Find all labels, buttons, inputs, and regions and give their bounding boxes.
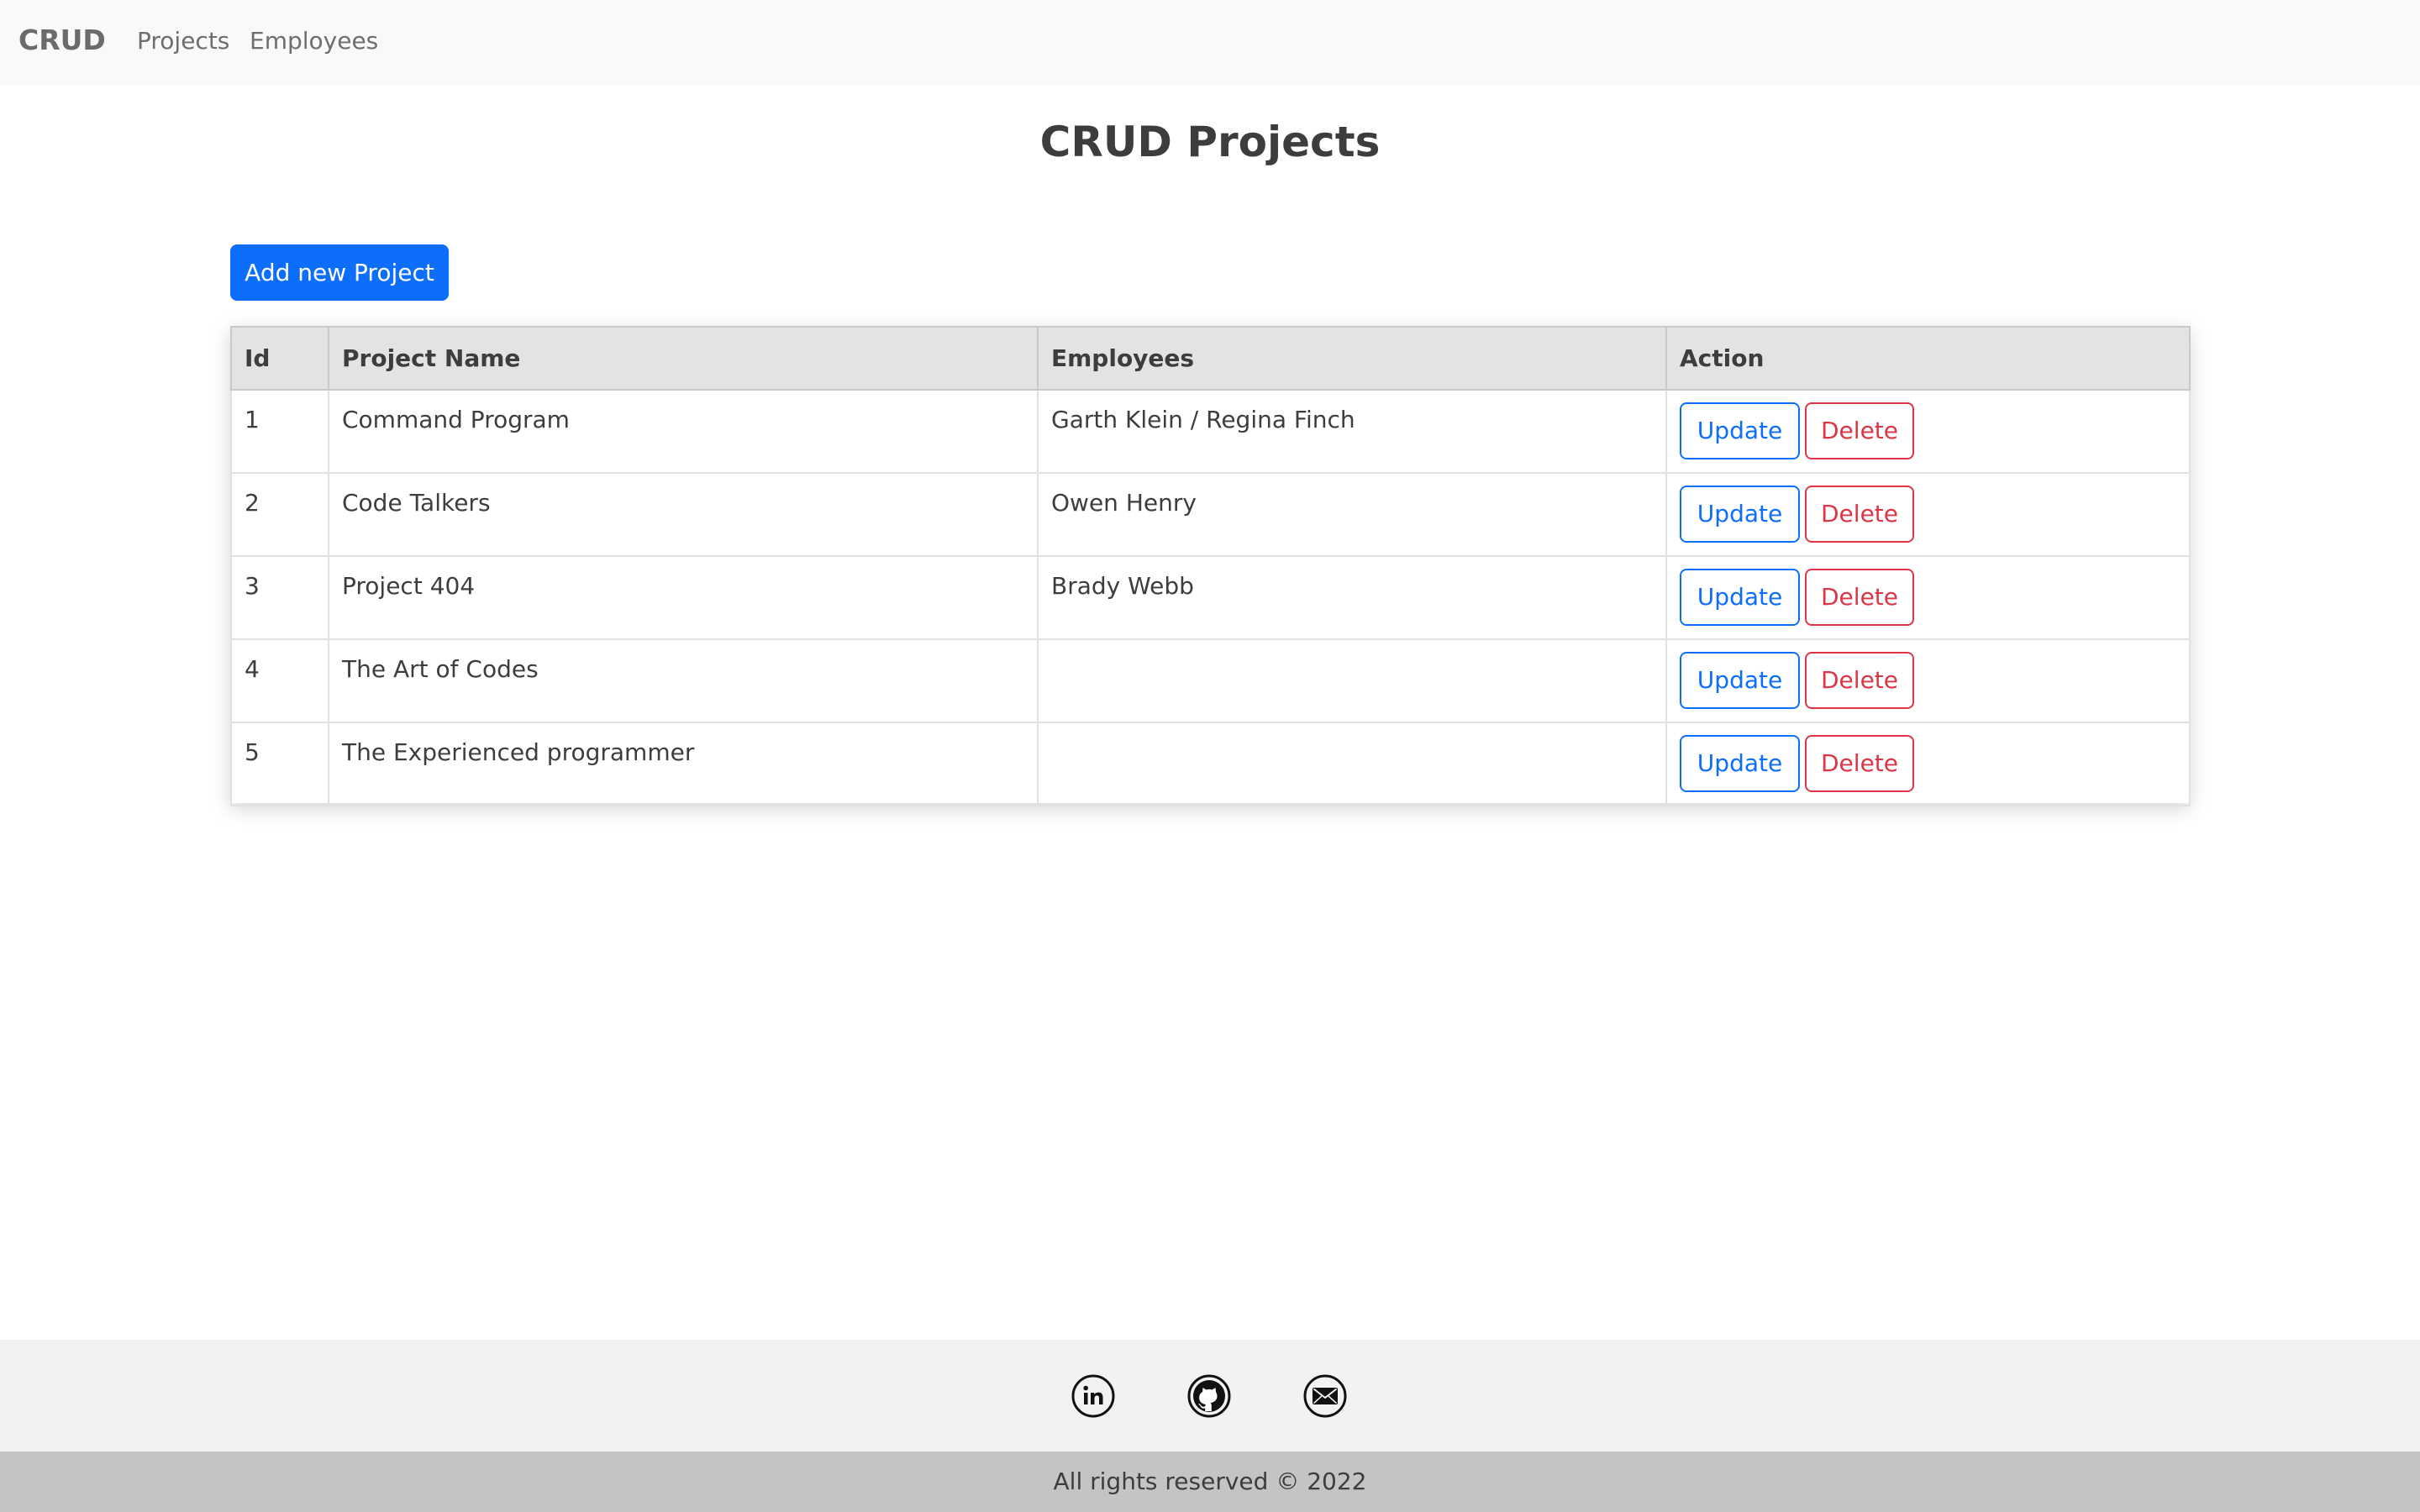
table-row: 3 Project 404 Brady Webb Update Delete [230, 555, 2191, 640]
page-title: CRUD Projects [1039, 118, 1381, 166]
update-button[interactable]: Update [1680, 402, 1800, 459]
header-employees: Employees [1037, 326, 1667, 391]
table-row: 1 Command Program Garth Klein / Regina F… [230, 389, 2191, 474]
cell-id: 1 [230, 389, 329, 474]
cell-project-name: Code Talkers [328, 472, 1039, 557]
cell-employees [1037, 722, 1667, 806]
header-action: Action [1665, 326, 2191, 391]
update-button[interactable]: Update [1680, 486, 1800, 543]
delete-button[interactable]: Delete [1805, 486, 1914, 543]
table-row: 5 The Experienced programmer Update Delet… [230, 722, 2191, 806]
update-button[interactable]: Update [1680, 569, 1800, 626]
linkedin-icon[interactable] [1071, 1373, 1116, 1419]
table-row: 2 Code Talkers Owen Henry Update Delete [230, 472, 2191, 557]
table-row: 4 The Art of Codes Update Delete [230, 638, 2191, 723]
cell-action: Update Delete [1665, 722, 2191, 806]
cell-action: Update Delete [1665, 555, 2191, 640]
page: CRUD Projects Employees CRUD Projects Ad… [0, 0, 2420, 1512]
update-button[interactable]: Update [1680, 735, 1800, 792]
projects-table: Id Project Name Employees Action 1 Comma… [230, 326, 2191, 806]
cell-employees: Owen Henry [1037, 472, 1667, 557]
delete-button[interactable]: Delete [1805, 652, 1914, 709]
cell-project-name: The Experienced programmer [328, 722, 1039, 806]
cell-action: Update Delete [1665, 472, 2191, 557]
mail-icon[interactable] [1302, 1373, 1348, 1419]
nav-link-projects[interactable]: Projects [137, 27, 229, 55]
cell-employees [1037, 638, 1667, 723]
copyright-text: All rights reserved © 2022 [1053, 1467, 1367, 1495]
cell-action: Update Delete [1665, 638, 2191, 723]
add-project-button[interactable]: Add new Project [230, 244, 449, 301]
projects-table-container: Id Project Name Employees Action 1 Comma… [230, 326, 2191, 806]
table-header: Id Project Name Employees Action [230, 326, 2191, 391]
brand-link[interactable]: CRUD [18, 24, 106, 56]
copyright-bar: All rights reserved © 2022 [0, 1452, 2420, 1512]
table-body: 1 Command Program Garth Klein / Regina F… [230, 389, 2191, 806]
cell-id: 2 [230, 472, 329, 557]
github-icon[interactable] [1186, 1373, 1232, 1419]
cell-id: 4 [230, 638, 329, 723]
cell-id: 3 [230, 555, 329, 640]
delete-button[interactable]: Delete [1805, 402, 1914, 459]
table-header-row: Id Project Name Employees Action [230, 326, 2191, 391]
cell-id: 5 [230, 722, 329, 806]
cell-project-name: Command Program [328, 389, 1039, 474]
cell-action: Update Delete [1665, 389, 2191, 474]
cell-employees: Garth Klein / Regina Finch [1037, 389, 1667, 474]
header-project-name: Project Name [328, 326, 1039, 391]
header-id: Id [230, 326, 329, 391]
navbar: CRUD Projects Employees [0, 0, 2420, 85]
cell-project-name: The Art of Codes [328, 638, 1039, 723]
delete-button[interactable]: Delete [1805, 735, 1914, 792]
update-button[interactable]: Update [1680, 652, 1800, 709]
delete-button[interactable]: Delete [1805, 569, 1914, 626]
cell-project-name: Project 404 [328, 555, 1039, 640]
footer-social-bar [0, 1340, 2420, 1452]
nav-link-employees[interactable]: Employees [250, 27, 378, 55]
cell-employees: Brady Webb [1037, 555, 1667, 640]
